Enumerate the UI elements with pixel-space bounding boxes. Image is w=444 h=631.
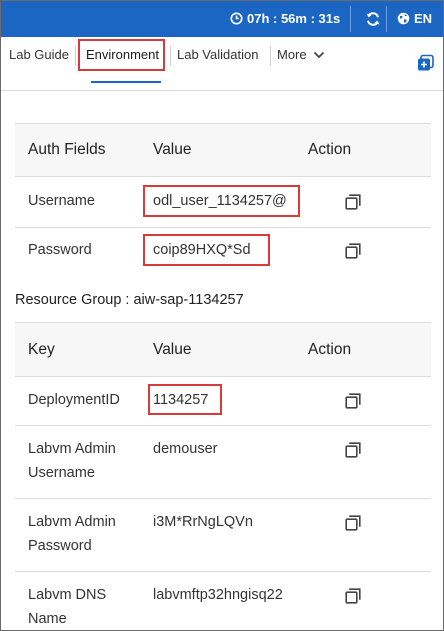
divider [270,46,271,66]
globe-icon [397,12,410,25]
tab-more[interactable]: More [277,47,325,62]
resource-group-label: Resource Group : aiw-sap-1134257 [15,292,244,308]
resource-value: i3M*RrNgLQVn [153,514,253,530]
split-window-icon[interactable] [416,53,436,73]
chevron-down-icon [313,51,324,58]
table-row: Labvm Admin Password i3M*RrNgLQVn [15,498,431,571]
tab-environment[interactable]: Environment [86,47,159,62]
copy-icon[interactable] [345,515,361,531]
copy-icon[interactable] [345,393,361,409]
auth-table-header: Auth Fields Value Action [15,123,431,176]
table-row: DeploymentID 1134257 [15,376,431,425]
tab-lab-guide[interactable]: Lab Guide [9,47,69,62]
table-row: Labvm Admin Username demouser [15,425,431,498]
divider [350,6,351,32]
column-header: Key [28,341,55,358]
divider [75,46,76,66]
table-row: Username odl_user_1134257@ [15,176,431,227]
language-selector[interactable]: EN [397,11,432,26]
tab-lab-validation[interactable]: Lab Validation [177,47,258,62]
timer: 07h : 56m : 31s [230,11,340,26]
table-row: Labvm DNS Name labvmftp32hngisq22 [15,571,431,630]
column-header: Value [153,141,192,158]
resource-key: Username [28,465,95,481]
active-tab-indicator [91,81,161,83]
copy-icon[interactable] [345,194,361,210]
environment-content: Auth Fields Value Action Username odl_us… [15,123,431,630]
resource-key: DeploymentID [28,392,120,408]
tab-bar: Lab Guide Environment Lab Validation Mor… [1,37,443,91]
resource-value: demouser [153,441,218,457]
column-header: Action [308,141,352,158]
resource-key: Labvm Admin [28,514,116,530]
column-header: Auth Fields [28,141,106,158]
field-name: Password [28,242,92,258]
resource-key: Labvm Admin [28,441,116,457]
clock-icon [230,12,243,25]
table-row: Password coip89HXQ*Sd [15,227,431,278]
tab-more-label: More [277,47,307,62]
refresh-icon[interactable] [365,11,381,27]
top-bar: 07h : 56m : 31s EN [1,1,443,37]
resource-group-title: Resource Group : aiw-sap-1134257 [15,278,431,322]
resource-table-header: Key Value Action [15,322,431,376]
resource-value: 1134257 [153,392,209,408]
timer-text: 07h : 56m : 31s [247,11,341,26]
copy-icon[interactable] [345,588,361,604]
resource-key: Password [28,538,92,554]
language-label: EN [414,11,433,26]
column-header: Action [308,341,352,358]
copy-icon[interactable] [345,243,361,259]
field-value: coip89HXQ*Sd [153,242,251,258]
resource-value: labvmftp32hngisq22 [153,587,283,603]
resource-key: Labvm DNS [28,587,107,603]
resource-key: Name [28,611,67,627]
divider [170,46,171,66]
column-header: Value [153,341,192,358]
divider [386,6,387,32]
copy-icon[interactable] [345,442,361,458]
field-value: odl_user_1134257@ [153,193,287,209]
field-name: Username [28,193,95,209]
lab-panel: 07h : 56m : 31s EN Lab Guide Environment… [0,0,444,631]
